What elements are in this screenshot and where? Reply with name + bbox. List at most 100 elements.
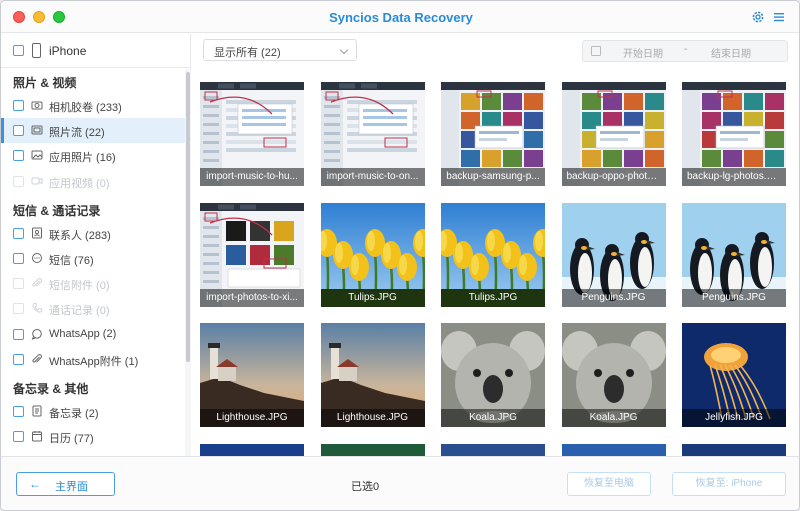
menu-icon[interactable] <box>773 11 785 23</box>
category-label: WhatsApp (2) <box>49 327 117 340</box>
footer-bar: ← 主界面 已选0 恢复至电脑 恢复至: iPhone <box>1 456 799 510</box>
date-range-picker[interactable]: 开始日期 - 结束日期 <box>582 40 788 62</box>
photo-filename: import-music-to-on... <box>320 168 425 186</box>
photo-thumbnail[interactable]: backup-lg-photos.JPG <box>682 82 786 186</box>
home-button[interactable]: ← 主界面 <box>16 472 115 496</box>
sidebar-category-item[interactable]: 应用照片 (16) <box>1 143 185 168</box>
category-checkbox[interactable] <box>13 431 24 443</box>
whatsapp-icon <box>31 328 42 340</box>
photo-filename: Penguins.JPG <box>682 288 786 307</box>
category-label: 联系人 (283) <box>49 229 111 242</box>
video-icon <box>31 177 43 185</box>
section-title: 照片 & 视频 <box>13 76 77 90</box>
photo-thumbnail[interactable]: import-music-to-hu... <box>200 82 304 186</box>
sidebar-category-item[interactable]: 联系人 (283) <box>1 221 185 246</box>
photo-thumbnail[interactable]: backup-oppo-photo... <box>561 82 666 186</box>
start-date-input[interactable]: 开始日期 <box>623 45 663 60</box>
category-list: 照片 & 视频相机胶卷 (233) 照片流 (22) 应用照片 (16) 应用视频 (… <box>1 69 185 456</box>
category-checkbox[interactable] <box>13 353 24 365</box>
category-label: 备忘录 (2) <box>49 408 99 420</box>
selected-count: 已选0 <box>351 481 380 493</box>
title-bar: Syncios Data Recovery <box>1 1 799 33</box>
photo-filename: Jellyfish.JPG <box>682 409 786 427</box>
photo-filename: backup-oppo-photo... <box>561 168 666 186</box>
home-button-label: 主界面 <box>55 481 88 493</box>
gear-icon[interactable] <box>751 10 765 24</box>
sidebar-category-item[interactable]: 备忘录 (2) <box>1 399 185 424</box>
category-label: 照片流 (22) <box>49 127 105 140</box>
section-title: 短信 & 通话记录 <box>13 203 101 218</box>
sidebar-category-item[interactable]: WhatsApp附件 (1) <box>1 347 185 372</box>
photo-filename: backup-lg-photos.JPG <box>682 168 786 186</box>
recover-to-iphone-button[interactable]: 恢复至: iPhone <box>672 472 786 496</box>
section-title: 备忘录 & 其他 <box>13 382 89 396</box>
phone-call-icon <box>32 303 42 314</box>
category-checkbox <box>13 278 24 290</box>
sidebar-category-item: 通话记录 (0) <box>1 296 185 321</box>
sidebar-category-item: 短信附件 (0) <box>1 271 185 296</box>
sidebar-category-item[interactable]: 短信 (76) <box>1 246 185 271</box>
phone-icon <box>32 43 41 58</box>
photo-thumbnail[interactable]: Lighthouse.JPG <box>320 323 425 427</box>
sidebar-category-item[interactable]: WhatsApp (2) <box>1 322 185 347</box>
message-icon <box>32 253 42 263</box>
photo-thumbnail[interactable]: Penguins.JPG <box>561 202 666 307</box>
category-checkbox[interactable] <box>13 100 24 111</box>
photo-filename: Lighthouse.JPG <box>320 409 425 427</box>
sidebar-category-item: 应用视频 (0) <box>1 169 185 194</box>
app-window: Syncios Data Recovery iPhone 照片 & 视频相机胶卷… <box>0 0 800 511</box>
photo-thumbnail[interactable]: Koala.JPG <box>441 323 545 427</box>
filter-value: 显示所有 (22) <box>214 47 281 59</box>
photo-thumbnail[interactable]: Tulips.JPG <box>441 202 545 307</box>
category-checkbox[interactable] <box>13 150 24 162</box>
category-checkbox[interactable] <box>13 406 24 417</box>
photo-filename: Tulips.JPG <box>441 288 545 307</box>
photo-thumbnail-partial[interactable] <box>320 443 425 456</box>
category-label: 应用视频 (0) <box>49 177 110 190</box>
photo-filename: backup-samsung-p... <box>441 168 545 186</box>
photo-filename: Lighthouse.JPG <box>200 409 304 427</box>
device-name: iPhone <box>49 44 87 58</box>
chevron-down-icon <box>339 45 349 55</box>
recover-to-computer-button[interactable]: 恢复至电脑 <box>567 472 651 496</box>
camera-icon <box>31 101 43 110</box>
app-title: Syncios Data Recovery <box>329 10 473 25</box>
notes-icon <box>32 405 42 417</box>
photo-thumbnail[interactable]: Koala.JPG <box>561 323 666 427</box>
photo-thumbnail[interactable]: import-photos-to-xi... <box>200 202 304 307</box>
filter-dropdown[interactable]: 显示所有 (22) <box>203 39 357 61</box>
photo-thumbnail-partial[interactable] <box>441 443 545 456</box>
sidebar-category-item[interactable]: 日历 (77) <box>1 424 185 449</box>
photo-thumbnail[interactable]: import-music-to-on... <box>320 82 425 186</box>
photo-thumbnail[interactable]: backup-samsung-p... <box>441 82 545 186</box>
photo-thumbnail-partial[interactable] <box>200 443 304 456</box>
photo-filename: Penguins.JPG <box>561 288 666 307</box>
end-date-input[interactable]: 结束日期 <box>711 45 751 60</box>
category-checkbox[interactable] <box>13 328 24 340</box>
photo-filename: import-photos-to-xi... <box>200 288 304 307</box>
category-checkbox[interactable] <box>13 125 24 137</box>
attachment-icon <box>32 353 43 363</box>
photo-thumbnail[interactable]: Penguins.JPG <box>682 202 786 307</box>
category-checkbox[interactable] <box>13 227 24 239</box>
sidebar-category-item[interactable]: 照片流 (22) <box>1 118 185 144</box>
photo-filename: Koala.JPG <box>561 409 666 427</box>
photo-thumbnail[interactable]: Lighthouse.JPG <box>200 323 304 427</box>
sidebar: iPhone 照片 & 视频相机胶卷 (233) 照片流 (22) 应用照片 (16… <box>1 34 191 456</box>
main-content: 显示所有 (22) 开始日期 - 结束日期 import-music-to-hu… <box>192 34 799 456</box>
calendar-icon <box>32 431 42 442</box>
photo-thumbnail-partial[interactable] <box>561 443 666 456</box>
device-header: iPhone <box>1 34 191 68</box>
photo-thumbnail[interactable]: Jellyfish.JPG <box>682 323 786 427</box>
category-checkbox[interactable] <box>13 253 24 264</box>
sidebar-scrollbar-thumb[interactable] <box>186 72 190 362</box>
sidebar-category-item[interactable]: 相机胶卷 (233) <box>1 93 185 118</box>
photo-stream-icon <box>31 125 43 135</box>
category-label: 相机胶卷 (233) <box>49 102 122 114</box>
category-label: 应用照片 (16) <box>49 152 116 165</box>
category-label: 通话记录 (0) <box>49 305 110 318</box>
category-label: 日历 (77) <box>49 433 94 446</box>
photo-thumbnail-partial[interactable] <box>682 443 786 456</box>
photo-thumbnail[interactable]: Tulips.JPG <box>320 202 425 307</box>
select-all-checkbox[interactable] <box>13 45 24 56</box>
